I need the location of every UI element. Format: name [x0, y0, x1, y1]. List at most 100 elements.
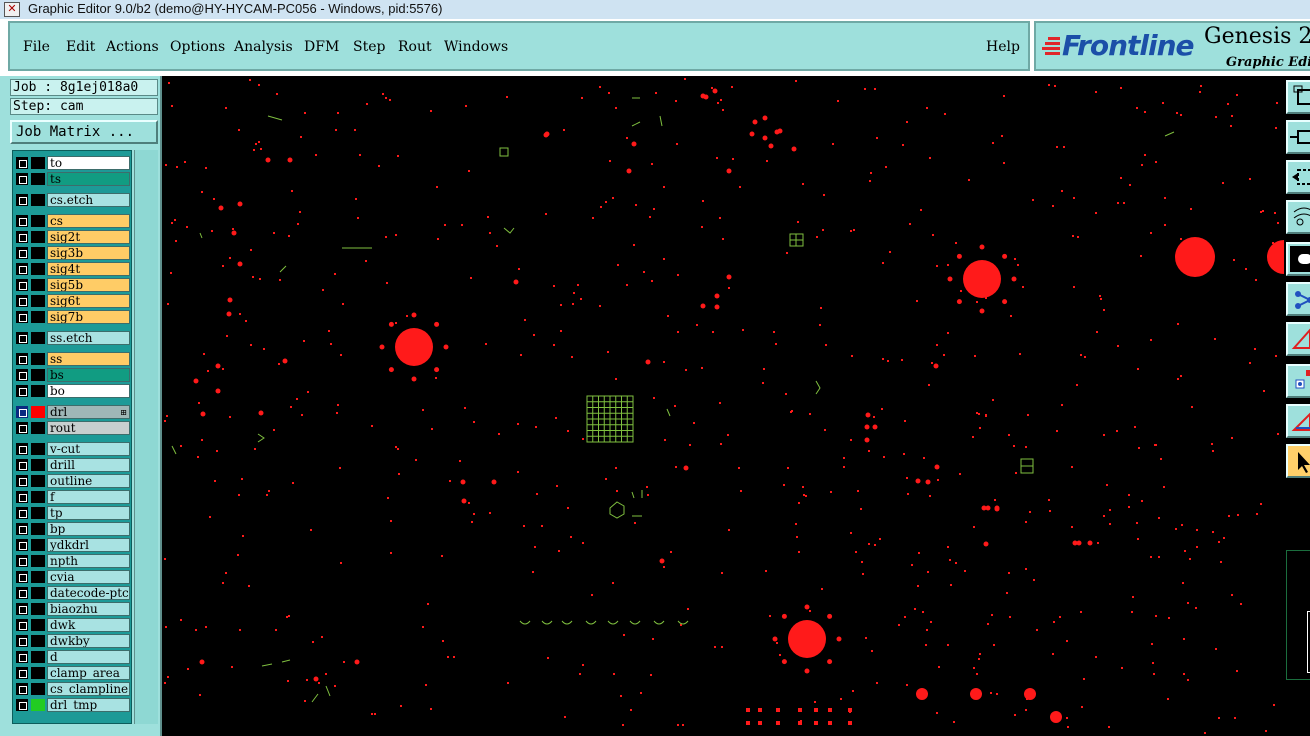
layer-name[interactable]: to [47, 156, 130, 170]
layer-list-scrollbar[interactable] [134, 150, 158, 724]
layer-checkbox[interactable] [16, 406, 28, 418]
layer-color-swatch[interactable] [31, 475, 45, 487]
layer-name[interactable]: v-cut [47, 442, 130, 456]
layer-color-swatch[interactable] [31, 555, 45, 567]
layer-row-d[interactable]: d [14, 650, 130, 664]
menu-dfm[interactable]: DFM [304, 39, 339, 55]
layer-name[interactable]: sig7b [47, 310, 130, 324]
layer-name[interactable]: drl_tmp [47, 698, 130, 712]
layer-name[interactable]: outline [47, 474, 130, 488]
layer-row-v-cut[interactable]: v-cut [14, 442, 130, 456]
layer-color-swatch[interactable] [31, 194, 45, 206]
layer-name[interactable]: clamp_area [47, 666, 130, 680]
layer-row-tp[interactable]: tp [14, 506, 130, 520]
layer-row-cs.etch[interactable]: cs.etch [14, 193, 130, 207]
layer-name[interactable]: ydkdrl [47, 538, 130, 552]
layer-row-bo[interactable]: bo [14, 384, 130, 398]
pointer-icon[interactable] [1286, 444, 1310, 478]
layer-color-swatch[interactable] [31, 507, 45, 519]
graphic-canvas[interactable] [162, 76, 1284, 736]
layer-color-swatch[interactable] [31, 683, 45, 695]
layer-color-swatch[interactable] [31, 459, 45, 471]
layer-row-bp[interactable]: bp [14, 522, 130, 536]
layer-color-swatch[interactable] [31, 443, 45, 455]
layer-color-swatch[interactable] [31, 295, 45, 307]
menu-windows[interactable]: Windows [444, 39, 508, 55]
layer-name[interactable]: ss.etch [47, 331, 130, 345]
layer-checkbox[interactable] [16, 422, 28, 434]
layer-color-swatch[interactable] [31, 587, 45, 599]
layer-row-drl[interactable]: drl ⊞ [14, 405, 130, 419]
menu-file[interactable]: File [23, 39, 50, 55]
select-pad-icon[interactable] [1286, 242, 1310, 276]
layer-color-swatch[interactable] [31, 603, 45, 615]
layer-row-sig5b[interactable]: sig5b [14, 278, 130, 292]
layer-row-cs[interactable]: cs [14, 214, 130, 228]
layer-name[interactable]: datecode-ptc [47, 586, 130, 600]
layer-color-swatch[interactable] [31, 523, 45, 535]
layer-name[interactable]: biaozhu [47, 602, 130, 616]
layer-checkbox[interactable] [16, 443, 28, 455]
layer-checkbox[interactable] [16, 295, 28, 307]
layer-color-swatch[interactable] [31, 173, 45, 185]
layer-row-drill[interactable]: drill [14, 458, 130, 472]
layer-checkbox[interactable] [16, 587, 28, 599]
layer-color-swatch[interactable] [31, 215, 45, 227]
layer-name[interactable]: sig4t [47, 262, 130, 276]
layer-color-swatch[interactable] [31, 231, 45, 243]
layer-color-swatch[interactable] [31, 651, 45, 663]
layer-color-swatch[interactable] [31, 157, 45, 169]
layer-row-sig6t[interactable]: sig6t [14, 294, 130, 308]
layer-checkbox[interactable] [16, 215, 28, 227]
layer-checkbox[interactable] [16, 311, 28, 323]
layer-color-swatch[interactable] [31, 279, 45, 291]
layer-color-swatch[interactable] [31, 422, 45, 434]
snap-icon[interactable] [1286, 282, 1310, 316]
layer-checkbox[interactable] [16, 385, 28, 397]
layer-color-swatch[interactable] [31, 667, 45, 679]
layer-checkbox[interactable] [16, 475, 28, 487]
layer-color-swatch[interactable] [31, 332, 45, 344]
layer-name[interactable]: dwkby [47, 634, 130, 648]
layer-name[interactable]: ts [47, 172, 130, 186]
layer-color-swatch[interactable] [31, 539, 45, 551]
layer-color-swatch[interactable] [31, 699, 45, 711]
layer-row-outline[interactable]: outline [14, 474, 130, 488]
layer-color-swatch[interactable] [31, 263, 45, 275]
layer-color-swatch[interactable] [31, 311, 45, 323]
layer-color-swatch[interactable] [31, 571, 45, 583]
layer-row-f[interactable]: f [14, 490, 130, 504]
layer-color-swatch[interactable] [31, 247, 45, 259]
layer-checkbox[interactable] [16, 459, 28, 471]
layer-checkbox[interactable] [16, 332, 28, 344]
layer-name[interactable]: rout [47, 421, 130, 435]
net-icon[interactable] [1286, 364, 1310, 398]
layer-checkbox[interactable] [16, 555, 28, 567]
layer-color-swatch[interactable] [31, 353, 45, 365]
layer-name[interactable]: bs [47, 368, 130, 382]
layer-name[interactable]: drl ⊞ [47, 405, 130, 419]
layer-name[interactable]: ss [47, 352, 130, 366]
measure-icon[interactable] [1286, 322, 1310, 356]
layer-name[interactable]: sig3b [47, 246, 130, 260]
layer-row-ts[interactable]: ts [14, 172, 130, 186]
layer-checkbox[interactable] [16, 539, 28, 551]
layer-checkbox[interactable] [16, 651, 28, 663]
menu-options[interactable]: Options [170, 39, 225, 55]
layer-checkbox[interactable] [16, 194, 28, 206]
layer-name[interactable]: sig2t [47, 230, 130, 244]
layer-row-bs[interactable]: bs [14, 368, 130, 382]
layer-checkbox[interactable] [16, 667, 28, 679]
layer-name[interactable]: f [47, 490, 130, 504]
job-matrix-button[interactable]: Job Matrix ... [10, 120, 158, 144]
layer-name[interactable]: sig6t [47, 294, 130, 308]
layer-row-ydkdrl[interactable]: ydkdrl [14, 538, 130, 552]
layer-row-datecode-ptc[interactable]: datecode-ptc [14, 586, 130, 600]
menu-analysis[interactable]: Analysis [234, 39, 293, 55]
layer-checkbox[interactable] [16, 173, 28, 185]
layer-checkbox[interactable] [16, 231, 28, 243]
layer-color-swatch[interactable] [31, 619, 45, 631]
layer-name[interactable]: tp [47, 506, 130, 520]
layer-row-cvia[interactable]: cvia [14, 570, 130, 584]
layer-checkbox[interactable] [16, 603, 28, 615]
